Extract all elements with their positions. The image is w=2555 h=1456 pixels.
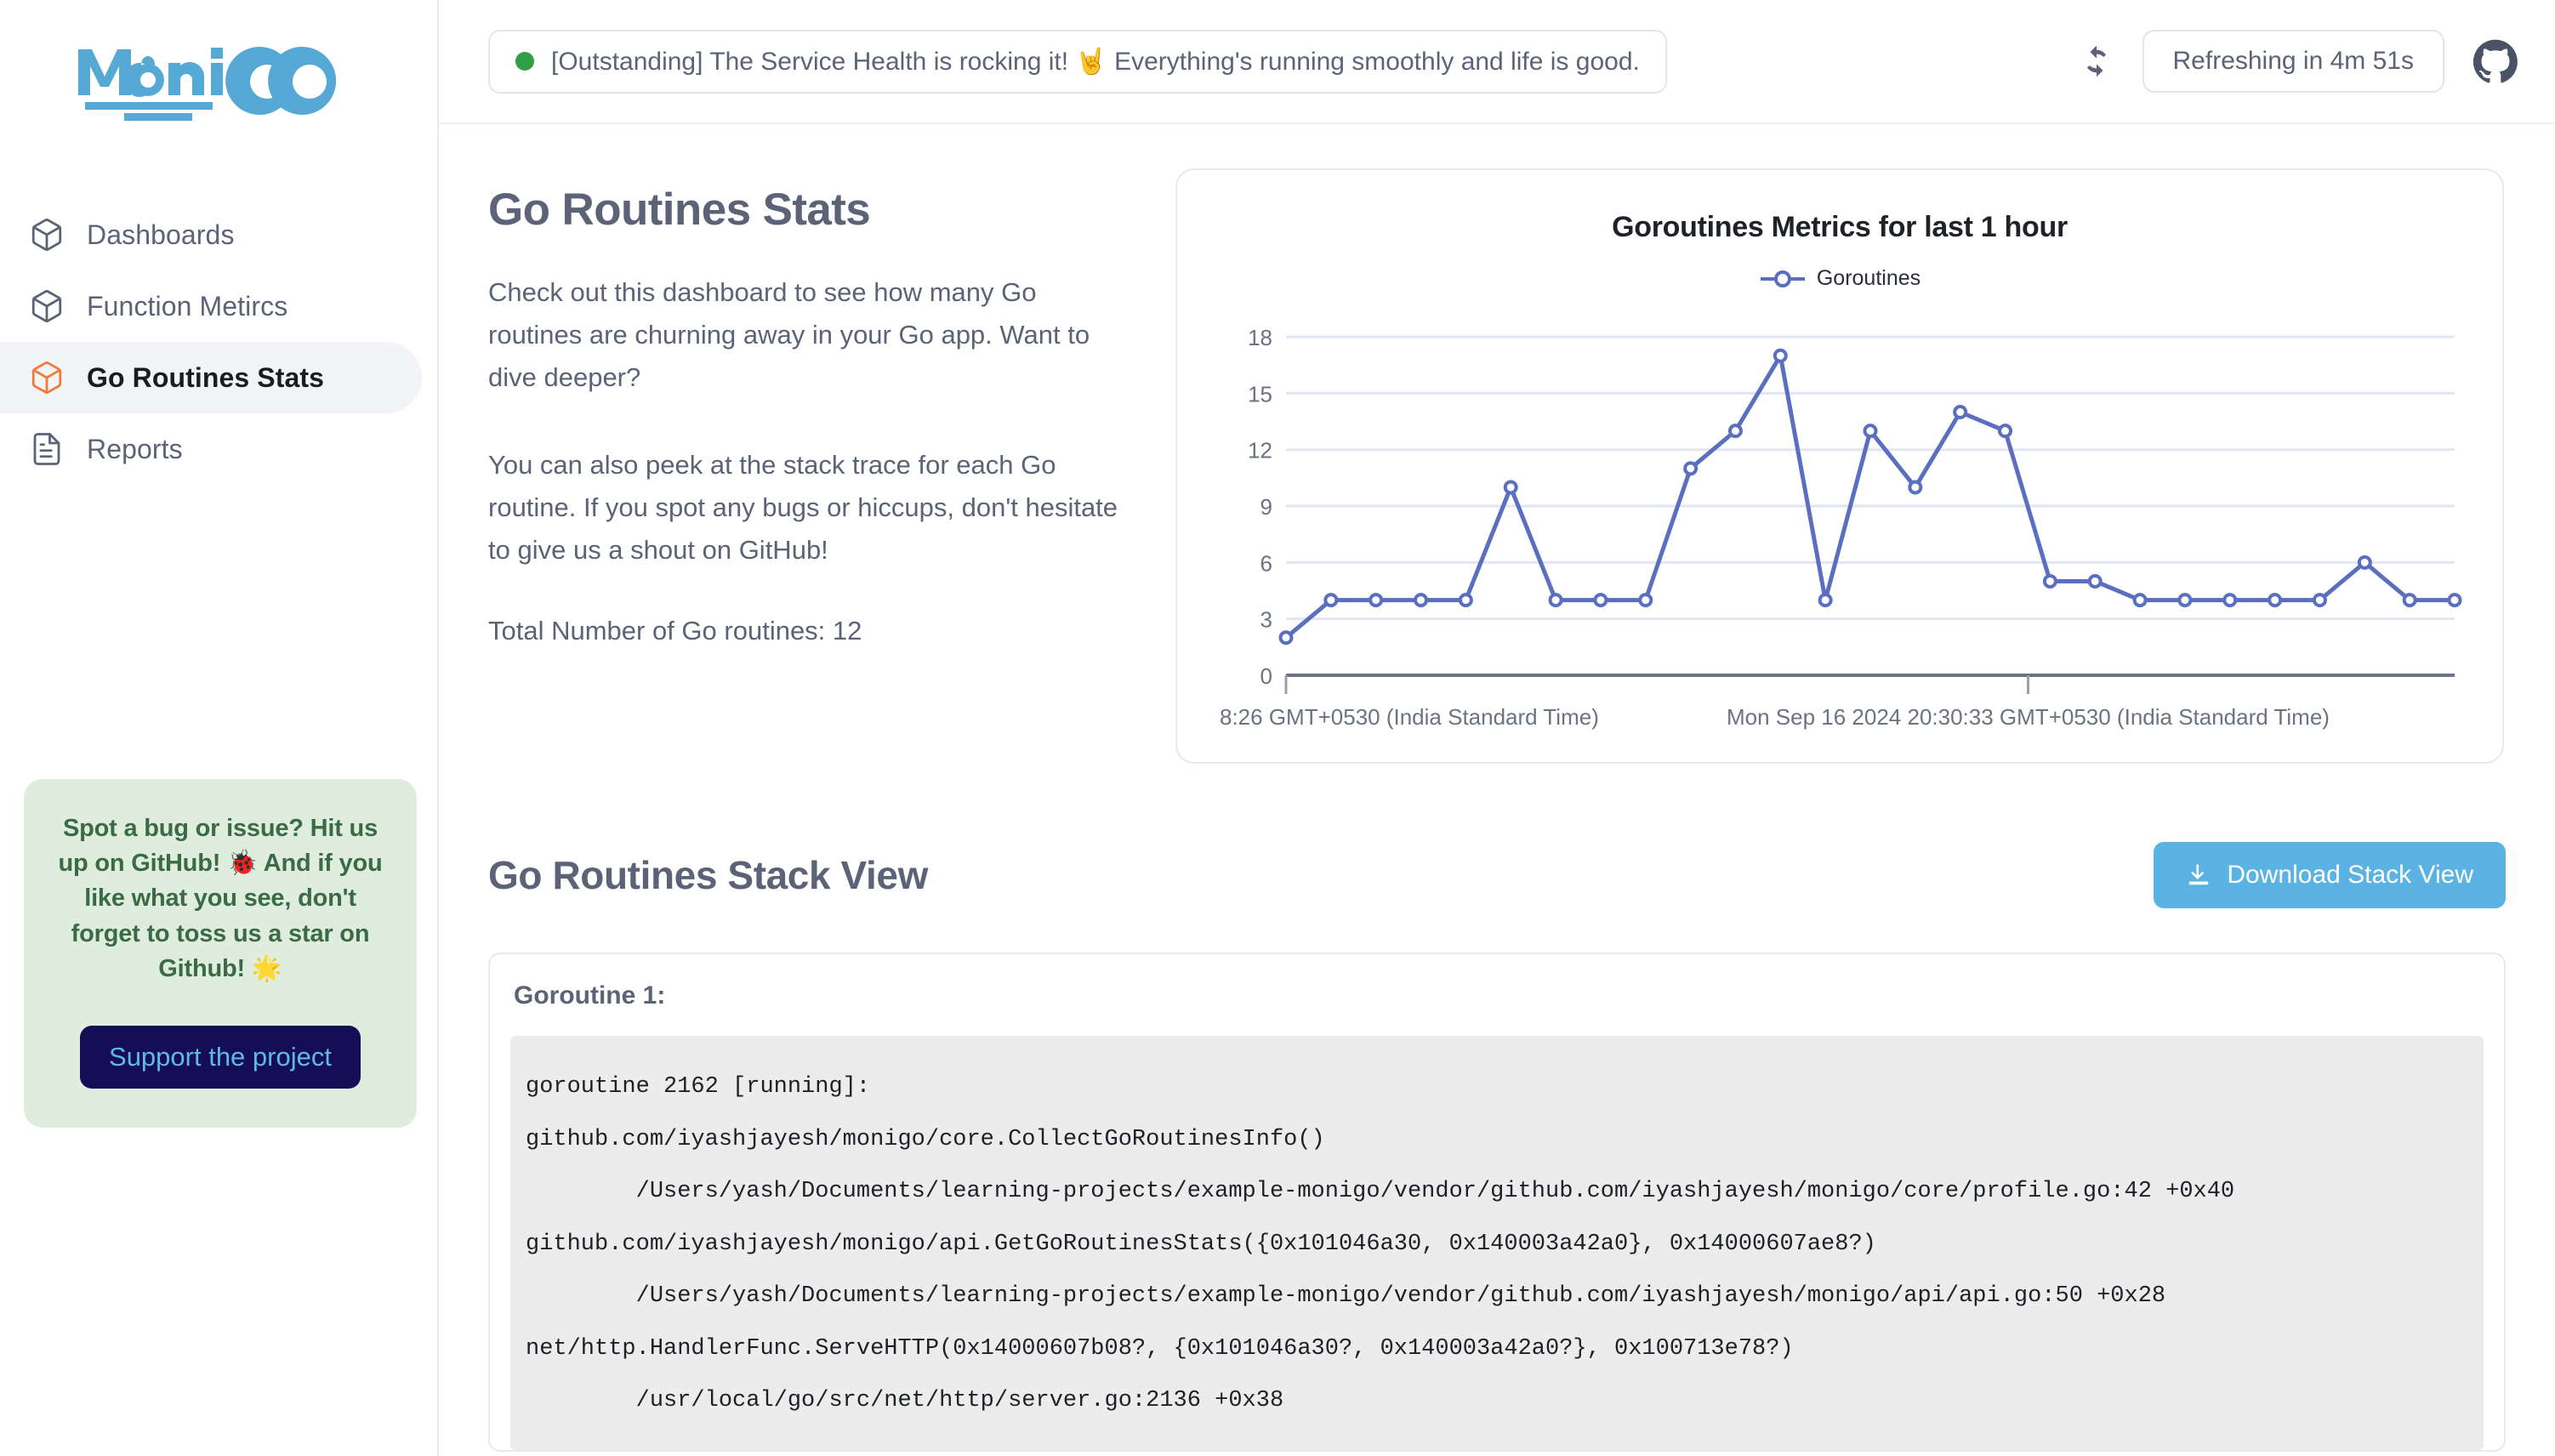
chart-title: Goroutines Metrics for last 1 hour xyxy=(1612,211,2068,243)
chart-x-tick-label: 8:26 GMT+0530 (India Standard Time) xyxy=(1220,704,1599,730)
stack-view-header: Go Routines Stack View Download Stack Vi… xyxy=(488,842,2506,908)
topbar: [Outstanding] The Service Health is rock… xyxy=(439,0,2555,124)
legend-marker-icon xyxy=(1760,270,1805,287)
box-icon xyxy=(29,217,65,253)
sidebar-item-label: Function Metircs xyxy=(87,290,288,321)
chart-data-point[interactable] xyxy=(1369,593,1384,608)
chart-data-point[interactable] xyxy=(1458,593,1473,608)
chart-data-point[interactable] xyxy=(2222,593,2238,608)
stack-trace-text: goroutine 2162 [running]: github.com/iya… xyxy=(510,1036,2484,1450)
chart-data-point[interactable] xyxy=(1638,593,1653,608)
intro-block: Go Routines Stats Check out this dashboa… xyxy=(488,168,1135,646)
page-title: Go Routines Stats xyxy=(488,185,871,235)
chart-data-point[interactable] xyxy=(1953,405,1968,420)
chart-data-point[interactable] xyxy=(1773,348,1788,363)
github-icon[interactable] xyxy=(2472,39,2518,83)
chart-data-point[interactable] xyxy=(2357,555,2372,570)
legend-label: Goroutines xyxy=(1816,266,1921,290)
chart-plot-area: 0 3 6 9 12 15 18 8:26 GMT+0530 (India Standard … xyxy=(1208,303,2472,758)
chart-data-point[interactable] xyxy=(2132,593,2148,608)
sidebar-item-label: Go Routines Stats xyxy=(87,361,325,393)
sidebar-item-function-metrics[interactable]: Function Metircs xyxy=(0,270,422,342)
chart-data-point[interactable] xyxy=(1278,630,1294,646)
support-the-project-button[interactable]: Support the project xyxy=(80,1025,361,1089)
chart-y-tick-label: 6 xyxy=(1260,550,1272,576)
chart-y-tick-label: 9 xyxy=(1260,494,1272,520)
download-icon xyxy=(2186,862,2211,888)
goroutines-chart-card: Goroutines Metrics for last 1 hour Gorou… xyxy=(1175,168,2504,764)
chart-y-tick-label: 15 xyxy=(1248,381,1272,407)
chart-x-tick-label: Mon Sep 16 2024 20:30:33 GMT+0530 (India… xyxy=(1727,704,2330,730)
total-goroutines-label: Total Number of Go routines: 12 xyxy=(488,616,862,646)
refresh-icon[interactable] xyxy=(2080,44,2114,78)
chart-y-tick-label: 18 xyxy=(1248,325,1272,350)
stats-row: Go Routines Stats Check out this dashboa… xyxy=(488,168,2506,764)
app-logo[interactable] xyxy=(0,24,437,151)
promo-text: Spot a bug or issue? Hit us up on GitHub… xyxy=(58,815,383,982)
chart-data-point[interactable] xyxy=(1998,424,2013,439)
chart-data-point[interactable] xyxy=(1863,424,1878,439)
download-stack-view-button[interactable]: Download Stack View xyxy=(2154,842,2506,908)
topbar-right-group: Refreshing in 4m 51s xyxy=(2080,30,2518,93)
status-text: [Outstanding] The Service Health is rock… xyxy=(551,47,1640,76)
service-health-status: [Outstanding] The Service Health is rock… xyxy=(488,29,1667,94)
github-promo-card: Spot a bug or issue? Hit us up on GitHub… xyxy=(24,779,417,1128)
chart-data-point[interactable] xyxy=(2312,593,2327,608)
box-icon xyxy=(29,288,65,324)
chart-data-point[interactable] xyxy=(1727,424,1743,439)
sidebar: Dashboards Function Metircs Go Routines … xyxy=(0,0,439,1456)
main-content: Go Routines Stats Check out this dashboa… xyxy=(439,124,2555,1452)
download-button-label: Download Stack View xyxy=(2227,861,2473,889)
stack-section-title: Go Routines Stack View xyxy=(488,853,928,897)
sidebar-item-reports[interactable]: Reports xyxy=(0,413,422,485)
box-icon xyxy=(29,360,65,395)
refresh-countdown[interactable]: Refreshing in 4m 51s xyxy=(2142,30,2444,93)
chart-data-point[interactable] xyxy=(1548,593,1563,608)
document-icon xyxy=(29,431,65,467)
chart-data-point[interactable] xyxy=(2447,593,2462,608)
chart-data-point[interactable] xyxy=(1323,593,1339,608)
chart-data-point[interactable] xyxy=(1818,593,1833,608)
sidebar-nav: Dashboards Function Metircs Go Routines … xyxy=(0,199,437,485)
chart-legend: Goroutines xyxy=(1208,266,2472,291)
chart-data-point[interactable] xyxy=(2087,573,2103,589)
monigo-logo-icon xyxy=(78,47,337,121)
chart-data-point[interactable] xyxy=(2042,573,2057,589)
sidebar-item-go-routines-stats[interactable]: Go Routines Stats xyxy=(0,342,422,413)
chart-data-point[interactable] xyxy=(1683,461,1699,476)
intro-paragraph-1: Check out this dashboard to see how many… xyxy=(488,277,1090,393)
app-root: Dashboards Function Metircs Go Routines … xyxy=(0,0,2555,1456)
stack-trace-card: Goroutine 1: goroutine 2162 [running]: g… xyxy=(488,953,2506,1452)
chart-data-point[interactable] xyxy=(2177,593,2193,608)
status-dot-icon xyxy=(515,52,534,71)
chart-data-point[interactable] xyxy=(1593,593,1608,608)
sidebar-item-dashboards[interactable]: Dashboards xyxy=(0,199,422,270)
chart-data-point[interactable] xyxy=(1503,480,1518,495)
goroutine-label: Goroutine 1: xyxy=(514,981,666,1010)
chart-y-tick-label: 12 xyxy=(1248,438,1272,464)
sidebar-item-label: Reports xyxy=(87,433,183,464)
sidebar-item-label: Dashboards xyxy=(87,219,235,250)
chart-y-tick-label: 3 xyxy=(1260,607,1272,633)
main-area: [Outstanding] The Service Health is rock… xyxy=(439,0,2555,1456)
chart-data-point[interactable] xyxy=(2402,593,2417,608)
goroutines-line-chart: 0 3 6 9 12 15 18 8:26 GMT+0530 (India Standard … xyxy=(1220,325,2462,730)
chart-data-point[interactable] xyxy=(2268,593,2283,608)
chart-data-point[interactable] xyxy=(1908,480,1923,495)
intro-paragraph-2: You can also peek at the stack trace for… xyxy=(488,449,1118,566)
chart-y-tick-label: 0 xyxy=(1260,663,1272,689)
chart-data-point[interactable] xyxy=(1414,593,1429,608)
